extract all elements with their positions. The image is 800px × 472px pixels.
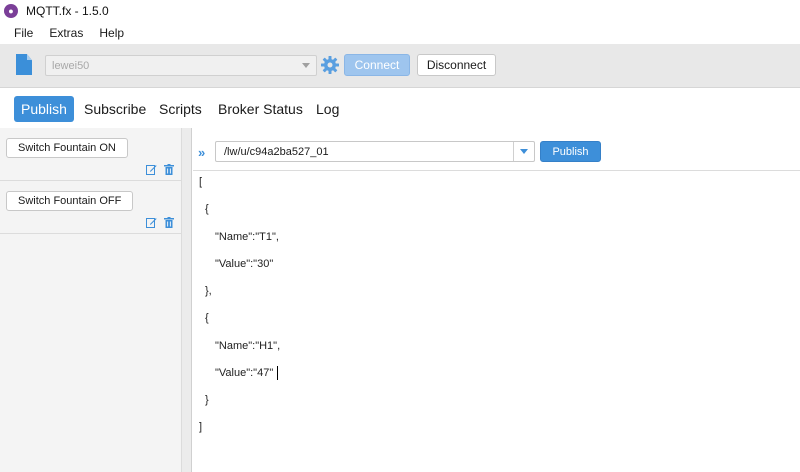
payload-line: "Value":"30" xyxy=(215,258,274,270)
trash-icon[interactable] xyxy=(164,164,174,175)
disconnect-button[interactable]: Disconnect xyxy=(417,54,496,76)
title-bar: ● MQTT.fx - 1.5.0 xyxy=(0,0,800,22)
mqttfx-logo-icon: ● xyxy=(4,4,18,18)
menu-bar: File Extras Help xyxy=(0,22,800,44)
tab-scripts[interactable]: Scripts xyxy=(152,96,209,122)
gear-icon[interactable] xyxy=(320,55,340,75)
payload-line: { xyxy=(205,203,209,215)
panel-splitter[interactable] xyxy=(182,128,192,472)
edit-icon[interactable] xyxy=(146,217,157,228)
payload-line: ] xyxy=(199,421,203,433)
edit-connection-profiles-icon[interactable] xyxy=(16,54,32,75)
switch-fountain-on-button[interactable]: Switch Fountain ON xyxy=(6,138,128,158)
tab-broker-status[interactable]: Broker Status xyxy=(211,96,310,122)
payload-line: [ xyxy=(199,176,203,188)
payload-line: }, xyxy=(205,285,212,297)
topic-value: /lw/u/c94a2ba527_01 xyxy=(224,145,329,158)
payload-line: { xyxy=(205,312,209,324)
topic-input[interactable]: /lw/u/c94a2ba527_01 xyxy=(215,141,535,162)
payload-line: "Value":"47" xyxy=(215,367,274,379)
tab-subscribe[interactable]: Subscribe xyxy=(77,96,153,122)
saved-messages-panel: Switch Fountain ON Switch Fountain OFF xyxy=(0,128,182,472)
chevron-down-icon[interactable] xyxy=(513,142,534,161)
menu-help[interactable]: Help xyxy=(91,26,132,40)
switch-fountain-off-button[interactable]: Switch Fountain OFF xyxy=(6,191,134,211)
payload-line: } xyxy=(205,394,209,406)
text-cursor xyxy=(277,366,278,380)
payload-line: "Name":"H1", xyxy=(215,340,281,352)
list-item: Switch Fountain OFF xyxy=(0,181,182,234)
tab-publish[interactable]: Publish xyxy=(14,96,74,122)
connection-profile-select[interactable]: lewei50 xyxy=(45,55,317,76)
connection-profile-value: lewei50 xyxy=(52,59,90,72)
tab-log[interactable]: Log xyxy=(309,96,346,122)
trash-icon[interactable] xyxy=(164,217,174,228)
main-tabs: Publish Subscribe Scripts Broker Status … xyxy=(0,88,800,128)
publish-button[interactable]: Publish xyxy=(540,141,601,162)
payload-line: "Name":"T1", xyxy=(215,231,279,243)
chevron-down-icon xyxy=(302,63,310,68)
connect-button[interactable]: Connect xyxy=(344,54,410,76)
edit-icon[interactable] xyxy=(146,164,157,175)
menu-extras[interactable]: Extras xyxy=(41,26,91,40)
expand-panel-icon[interactable]: » xyxy=(198,145,205,160)
list-item: Switch Fountain ON xyxy=(0,128,182,181)
menu-file[interactable]: File xyxy=(0,26,41,40)
payload-editor[interactable]: [ { "Name":"T1", "Value":"30" }, { "Name… xyxy=(193,170,800,472)
window-title: MQTT.fx - 1.5.0 xyxy=(26,4,109,18)
